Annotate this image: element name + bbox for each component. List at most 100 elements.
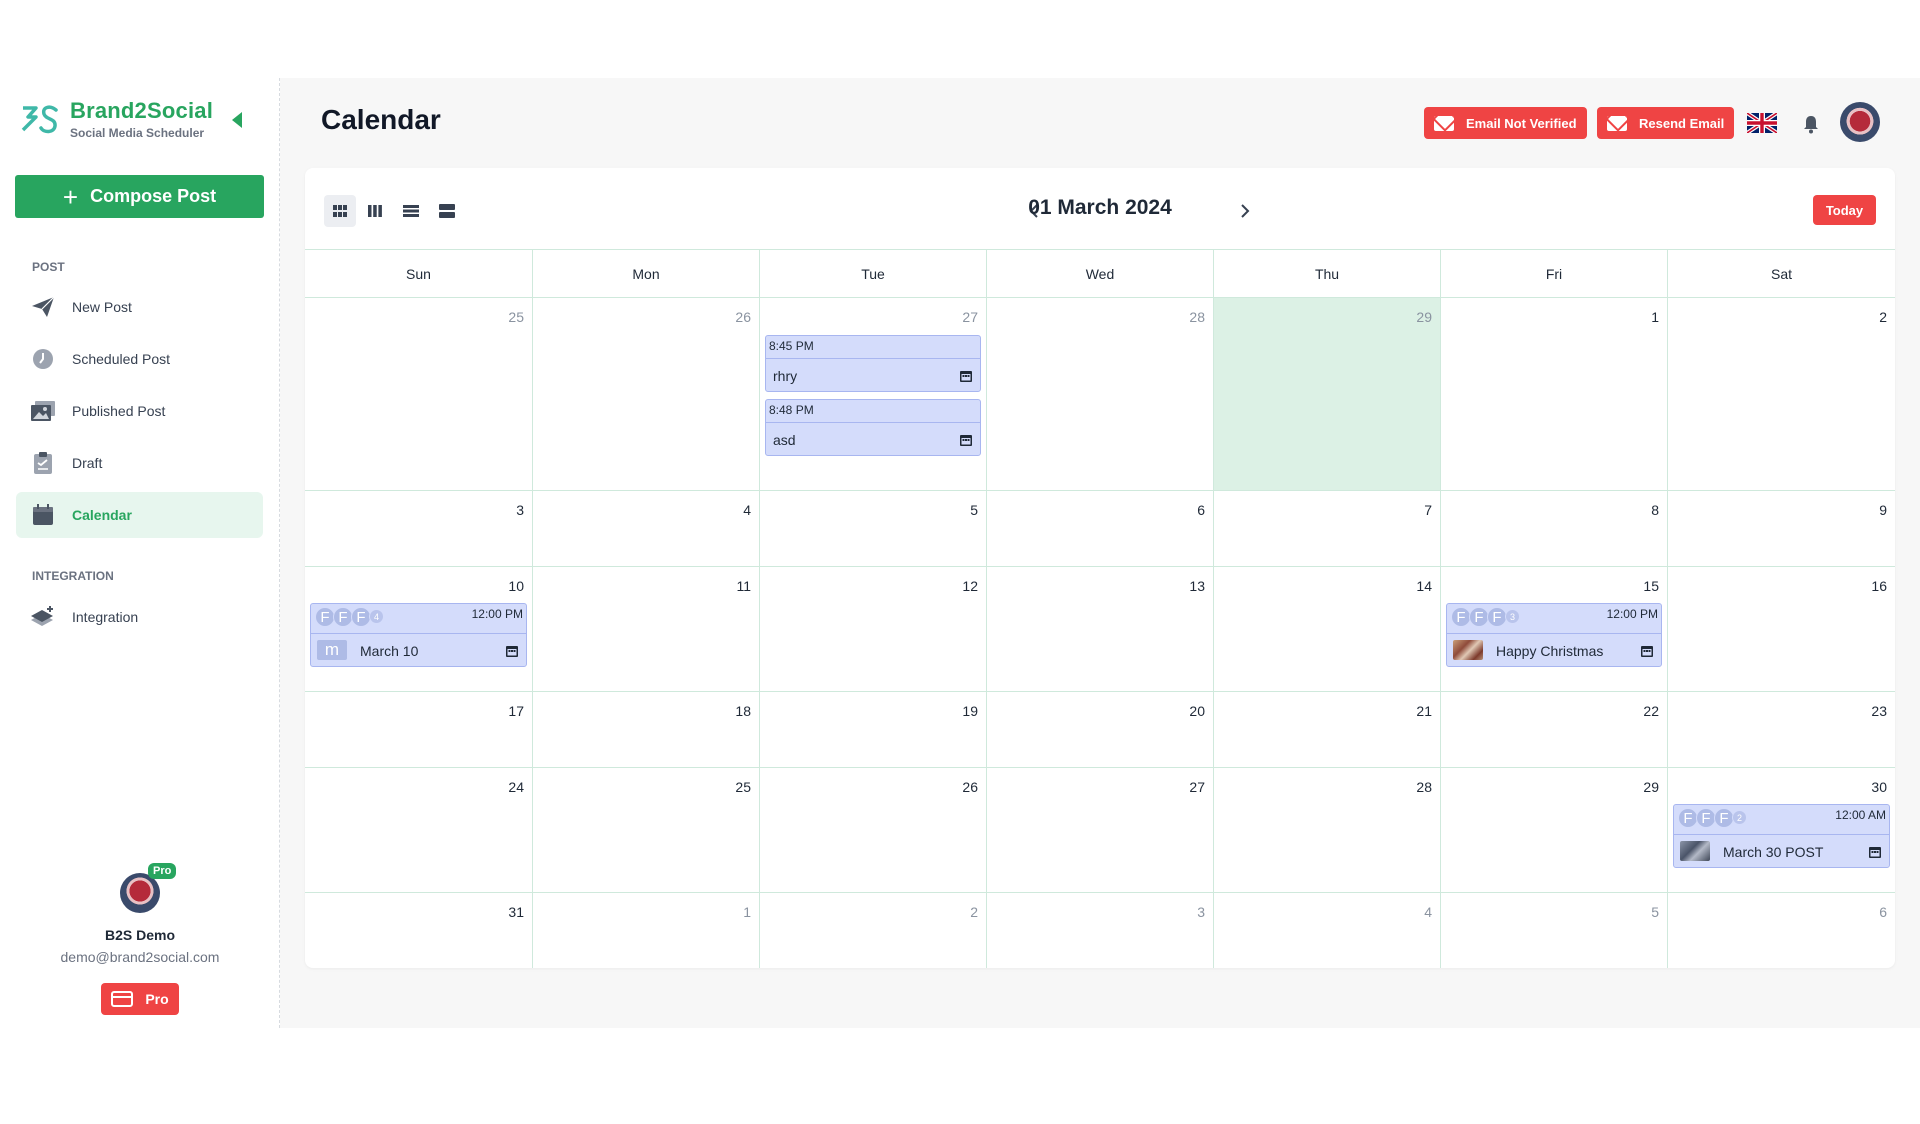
calendar-small-icon [960,435,972,446]
day-cell[interactable]: 25 [305,298,532,490]
day-cell[interactable]: 9 [1667,491,1895,566]
day-cell[interactable]: 14 [1213,567,1440,691]
brand-logo[interactable]: Brand2Social Social Media Scheduler [20,98,213,140]
pro-badge: Pro [148,863,177,879]
day-cell[interactable]: 6 [1667,893,1895,968]
day-number: 24 [508,779,524,795]
credit-card-icon [111,991,134,1007]
day-cell[interactable]: 4 [1213,893,1440,968]
day-cell-today[interactable]: 29 [1213,298,1440,490]
day-cell[interactable]: 19 [759,692,986,767]
day-number: 5 [970,502,978,518]
account-avatars: F F F 3 [1451,607,1520,629]
day-cell[interactable]: 12 [759,567,986,691]
day-cell[interactable]: 20 [986,692,1213,767]
day-cell[interactable]: 25 [532,768,759,892]
sidebar-item-new-post[interactable]: New Post [16,284,263,330]
day-number: 4 [1424,904,1432,920]
avatar[interactable]: Pro [120,863,177,913]
day-cell[interactable]: 28 [986,298,1213,490]
compose-post-button[interactable]: + Compose Post [15,175,264,218]
layers-plus-icon [30,604,56,630]
day-cell[interactable]: 1 [532,893,759,968]
day-cell[interactable]: 8 [1440,491,1667,566]
day-cell[interactable]: 2 [759,893,986,968]
day-cell[interactable]: 6 [986,491,1213,566]
account-avatar: F [1469,607,1489,627]
day-cell[interactable]: 4 [532,491,759,566]
sidebar: Brand2Social Social Media Scheduler + Co… [0,78,280,1028]
sidebar-item-published-post[interactable]: Published Post [16,388,263,434]
day-cell[interactable]: 23 [1667,692,1895,767]
calendar-event[interactable]: 8:45 PM rhry [765,335,981,392]
day-cell[interactable]: 29 [1440,768,1667,892]
day-cell[interactable]: 27 8:45 PM rhry 8:48 PM asd [759,298,986,490]
day-cell[interactable]: 10 F F F 4 12:00 PM m March 10 [305,567,532,691]
next-month-button[interactable] [1234,200,1256,222]
day-cell[interactable]: 26 [532,298,759,490]
day-cell[interactable]: 13 [986,567,1213,691]
prev-month-button[interactable] [1023,200,1045,222]
day-number: 27 [962,309,978,325]
day-cell[interactable]: 27 [986,768,1213,892]
collapse-sidebar-icon[interactable] [232,112,242,128]
day-cell[interactable]: 1 [1440,298,1667,490]
day-cell[interactable]: 24 [305,768,532,892]
resend-email-button[interactable]: Resend Email [1597,107,1735,139]
sidebar-item-integration[interactable]: Integration [16,594,263,640]
day-number: 7 [1424,502,1432,518]
week-view-button[interactable] [359,195,391,227]
day-number: 3 [1197,904,1205,920]
day-number: 1 [743,904,751,920]
day-number: 21 [1416,703,1432,719]
list-view-button[interactable] [431,195,463,227]
calendar-event[interactable]: F F F 2 12:00 AM March 30 POST [1673,804,1890,868]
day-number: 26 [735,309,751,325]
sidebar-item-calendar[interactable]: Calendar [16,492,263,538]
paper-plane-icon [30,294,56,320]
today-button[interactable]: Today [1813,195,1876,225]
event-thumbnail [1680,841,1710,861]
day-cell[interactable]: 7 [1213,491,1440,566]
sidebar-item-scheduled-post[interactable]: Scheduled Post [16,336,263,382]
bell-icon[interactable] [1802,114,1820,134]
day-cell[interactable]: 15 F F F 3 12:00 PM Happy Christmas [1440,567,1667,691]
day-cell[interactable]: 3 [986,893,1213,968]
day-number: 28 [1189,309,1205,325]
day-cell[interactable]: 26 [759,768,986,892]
weekday-label: Mon [532,250,759,298]
day-cell[interactable]: 17 [305,692,532,767]
day-number: 15 [1643,578,1659,594]
day-cell[interactable]: 16 [1667,567,1895,691]
day-cell[interactable]: 22 [1440,692,1667,767]
day-number: 20 [1189,703,1205,719]
more-accounts-count: 4 [369,609,384,624]
pro-plan-button[interactable]: Pro [101,983,179,1015]
day-cell[interactable]: 5 [1440,893,1667,968]
email-not-verified-label: Email Not Verified [1466,115,1577,131]
day-cell[interactable]: 31 [305,893,532,968]
email-not-verified-button[interactable]: Email Not Verified [1424,107,1587,139]
day-cell[interactable]: 30 F F F 2 12:00 AM March 30 POST [1667,768,1895,892]
event-divider [1447,633,1661,634]
calendar-event[interactable]: F F F 3 12:00 PM Happy Christmas [1446,603,1662,667]
header-avatar[interactable] [1840,102,1880,142]
day-cell[interactable]: 28 [1213,768,1440,892]
day-cell[interactable]: 3 [305,491,532,566]
uk-flag-icon[interactable] [1747,113,1777,133]
compose-post-label: Compose Post [90,186,217,206]
day-cell[interactable]: 2 [1667,298,1895,490]
sidebar-item-draft[interactable]: Draft [16,440,263,486]
day-cell[interactable]: 11 [532,567,759,691]
day-number: 9 [1879,502,1887,518]
month-view-button[interactable] [324,195,356,227]
day-cell[interactable]: 21 [1213,692,1440,767]
event-title: asd [773,432,796,448]
calendar-event[interactable]: 8:48 PM asd [765,399,981,456]
event-title: March 10 [360,643,419,659]
calendar-event[interactable]: F F F 4 12:00 PM m March 10 [310,603,527,667]
day-number: 18 [735,703,751,719]
day-cell[interactable]: 18 [532,692,759,767]
day-cell[interactable]: 5 [759,491,986,566]
day-view-button[interactable] [395,195,427,227]
